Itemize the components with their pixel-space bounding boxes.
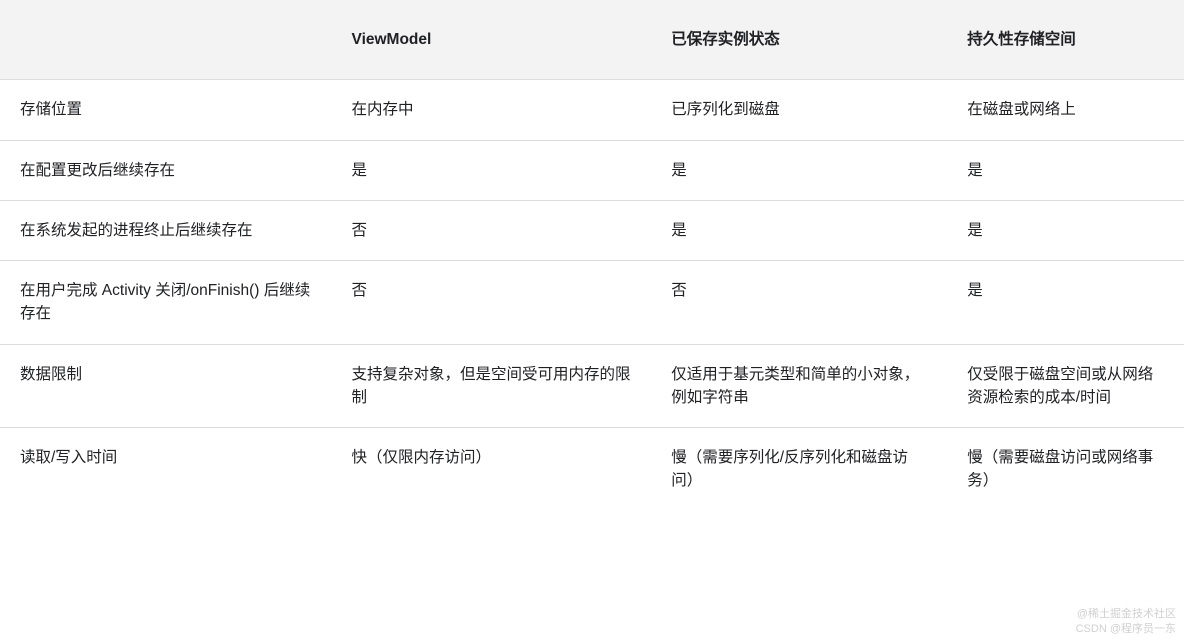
header-empty: [0, 0, 332, 80]
cell: 在内存中: [332, 80, 652, 140]
cell: 快（仅限内存访问）: [332, 428, 652, 511]
watermark-line2: CSDN @程序员一东: [1076, 622, 1176, 636]
row-label: 存储位置: [0, 80, 332, 140]
row-label: 在系统发起的进程终止后继续存在: [0, 200, 332, 260]
cell: 仅适用于基元类型和简单的小对象，例如字符串: [651, 344, 947, 428]
cell: 是: [947, 200, 1184, 260]
row-label: 数据限制: [0, 344, 332, 428]
row-label: 在用户完成 Activity 关闭/onFinish() 后继续存在: [0, 261, 332, 345]
cell: 是: [947, 261, 1184, 345]
watermark: @稀土掘金技术社区 CSDN @程序员一东: [1076, 607, 1176, 636]
table-row: 在系统发起的进程终止后继续存在 否 是 是: [0, 200, 1184, 260]
table-row: 数据限制 支持复杂对象，但是空间受可用内存的限制 仅适用于基元类型和简单的小对象…: [0, 344, 1184, 428]
cell: 在磁盘或网络上: [947, 80, 1184, 140]
cell: 是: [332, 140, 652, 200]
header-persistent: 持久性存储空间: [947, 0, 1184, 80]
cell: 慢（需要磁盘访问或网络事务）: [947, 428, 1184, 511]
row-label: 读取/写入时间: [0, 428, 332, 511]
header-viewmodel: ViewModel: [332, 0, 652, 80]
header-saved-instance: 已保存实例状态: [651, 0, 947, 80]
table-row: 存储位置 在内存中 已序列化到磁盘 在磁盘或网络上: [0, 80, 1184, 140]
cell: 是: [651, 140, 947, 200]
table-row: 在配置更改后继续存在 是 是 是: [0, 140, 1184, 200]
watermark-line1: @稀土掘金技术社区: [1076, 607, 1176, 621]
cell: 否: [332, 200, 652, 260]
table-row: 在用户完成 Activity 关闭/onFinish() 后继续存在 否 否 是: [0, 261, 1184, 345]
cell: 是: [651, 200, 947, 260]
cell: 仅受限于磁盘空间或从网络资源检索的成本/时间: [947, 344, 1184, 428]
cell: 已序列化到磁盘: [651, 80, 947, 140]
table-header-row: ViewModel 已保存实例状态 持久性存储空间: [0, 0, 1184, 80]
comparison-table: ViewModel 已保存实例状态 持久性存储空间 存储位置 在内存中 已序列化…: [0, 0, 1184, 511]
cell: 是: [947, 140, 1184, 200]
cell: 否: [651, 261, 947, 345]
cell: 支持复杂对象，但是空间受可用内存的限制: [332, 344, 652, 428]
cell: 否: [332, 261, 652, 345]
row-label: 在配置更改后继续存在: [0, 140, 332, 200]
cell: 慢（需要序列化/反序列化和磁盘访问）: [651, 428, 947, 511]
table-row: 读取/写入时间 快（仅限内存访问） 慢（需要序列化/反序列化和磁盘访问） 慢（需…: [0, 428, 1184, 511]
